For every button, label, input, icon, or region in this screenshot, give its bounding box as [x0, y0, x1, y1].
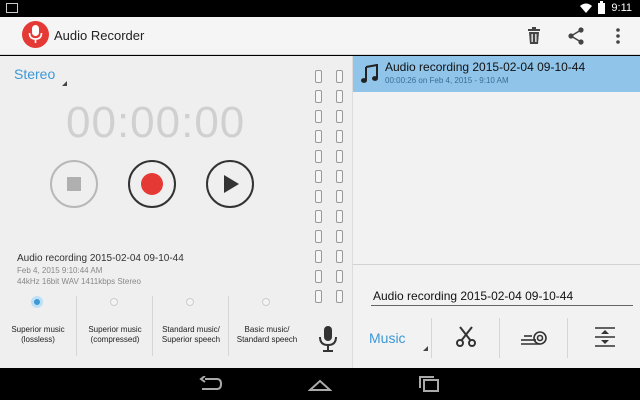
- play-icon: [224, 175, 239, 193]
- clock: 9:11: [611, 2, 632, 14]
- scissors-icon: [456, 326, 476, 347]
- record-icon: [141, 173, 163, 195]
- record-button[interactable]: [128, 160, 176, 208]
- share-icon[interactable]: [566, 26, 586, 46]
- stop-button[interactable]: [50, 160, 98, 208]
- navigation-bar: [0, 368, 640, 400]
- dropdown-indicator-icon: [62, 81, 67, 86]
- overflow-menu-icon[interactable]: [608, 26, 628, 46]
- status-bar: 9:11: [0, 0, 640, 17]
- trim-button[interactable]: [567, 318, 640, 358]
- radio-unselected-icon[interactable]: [262, 298, 270, 306]
- recording-item-subtitle: 00:00:26 on Feb 4, 2015 - 9:10 AM: [385, 76, 509, 85]
- main-area: Stereo 00:00:00 Audio recording 2015-02-…: [0, 56, 640, 368]
- recording-title: Audio recording 2015-02-04 09-10-44: [17, 253, 184, 264]
- quality-label: Basic music/ Standard speech: [236, 325, 298, 344]
- mic-icon[interactable]: [22, 21, 49, 48]
- quality-option[interactable]: Basic music/ Standard speech: [228, 296, 304, 356]
- music-note-icon: [361, 64, 378, 83]
- channel-mode-dropdown[interactable]: Stereo: [14, 66, 55, 82]
- current-recording-info: Audio recording 2015-02-04 09-10-44 Feb …: [17, 253, 184, 286]
- quality-option[interactable]: Superior music (lossless): [0, 296, 76, 356]
- quality-option[interactable]: Standard music/ Superior speech: [152, 296, 228, 356]
- recent-apps-icon[interactable]: [418, 376, 440, 392]
- play-button[interactable]: [206, 160, 254, 208]
- recording-name-input[interactable]: Audio recording 2015-02-04 09-10-44: [371, 286, 633, 306]
- quality-option[interactable]: Superior music (compressed): [76, 296, 152, 356]
- recording-item-title: Audio recording 2015-02-04 09-10-44: [385, 60, 586, 74]
- notification-icon: [6, 3, 18, 13]
- back-icon[interactable]: [199, 376, 223, 392]
- cut-button[interactable]: [431, 318, 499, 358]
- level-meter-left: [315, 70, 322, 310]
- home-icon[interactable]: [308, 376, 332, 392]
- action-bar: Audio Recorder: [0, 17, 640, 55]
- recording-format: 44kHz 16bit WAV 1411kbps Stereo: [17, 277, 141, 286]
- quality-selector: Superior music (lossless) Superior music…: [0, 296, 305, 356]
- recording-date: Feb 4, 2015 9:10:44 AM: [17, 266, 103, 275]
- level-meter-right: [336, 70, 343, 310]
- radio-unselected-icon[interactable]: [110, 298, 118, 306]
- dropdown-indicator-icon: [423, 346, 428, 351]
- effects-icon: [521, 331, 547, 345]
- recorder-panel: Stereo 00:00:00 Audio recording 2015-02-…: [0, 56, 352, 368]
- stop-icon: [67, 177, 81, 191]
- wifi-icon: [580, 3, 593, 13]
- mic-source-icon[interactable]: [318, 326, 338, 352]
- delete-icon[interactable]: [524, 26, 544, 46]
- editor-toolbar: Music: [353, 318, 640, 358]
- effects-button[interactable]: [499, 318, 567, 358]
- recording-list-item[interactable]: Audio recording 2015-02-04 09-10-44 00:0…: [353, 56, 640, 92]
- timer-display: 00:00:00: [66, 98, 246, 147]
- recordings-panel: Audio recording 2015-02-04 09-10-44 00:0…: [352, 56, 640, 368]
- battery-icon: [598, 0, 606, 14]
- quality-label: Superior music (lossless): [11, 325, 65, 344]
- divider: [353, 264, 640, 265]
- quality-label: Standard music/ Superior speech: [161, 325, 221, 344]
- app-title: Audio Recorder: [54, 28, 145, 43]
- trim-icon: [595, 327, 615, 347]
- radio-unselected-icon[interactable]: [186, 298, 194, 306]
- radio-selected-icon[interactable]: [31, 296, 43, 308]
- category-dropdown[interactable]: Music: [369, 330, 406, 346]
- quality-label: Superior music (compressed): [88, 325, 142, 344]
